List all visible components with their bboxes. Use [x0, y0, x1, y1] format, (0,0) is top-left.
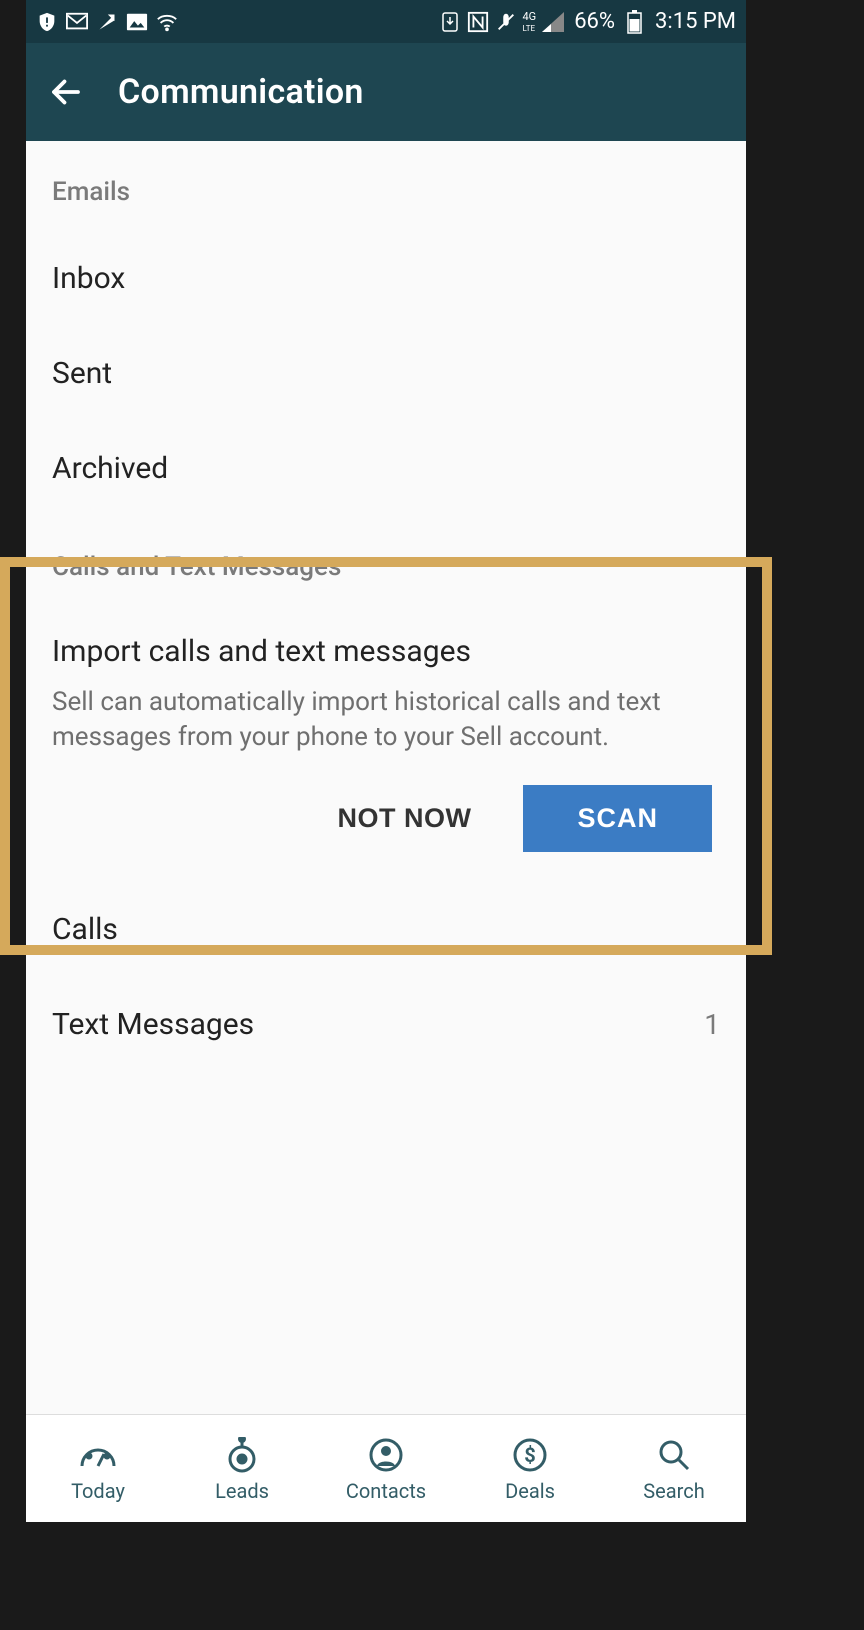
- back-button[interactable]: [42, 68, 90, 116]
- status-left: [36, 11, 178, 33]
- nav-item-label: Contacts: [346, 1479, 426, 1503]
- mail-icon: [66, 11, 88, 33]
- section-header-calls: Calls and Text Messages: [26, 516, 746, 606]
- signal-icon: [542, 11, 564, 33]
- status-clock: 3:15 PM: [655, 9, 736, 34]
- list-item-label: Sent: [52, 356, 112, 391]
- page-background: 4GLTE 66% 3:15 PM Communication Emails: [0, 0, 864, 1630]
- import-actions: NOT NOW SCAN: [52, 785, 720, 872]
- import-description: Sell can automatically import historical…: [52, 685, 720, 785]
- battery-percentage: 66%: [574, 9, 615, 34]
- list-item-count: 1: [704, 1008, 720, 1041]
- email-item-inbox[interactable]: Inbox: [26, 231, 746, 326]
- nav-item-deals[interactable]: $ Deals: [458, 1435, 602, 1503]
- nav-item-label: Deals: [505, 1479, 555, 1503]
- list-item-label: Text Messages: [52, 1007, 254, 1042]
- email-item-archived[interactable]: Archived: [26, 421, 746, 516]
- import-card: Import calls and text messages Sell can …: [26, 606, 746, 872]
- scan-button[interactable]: SCAN: [523, 785, 712, 852]
- battery-icon: [623, 11, 645, 33]
- nav-item-search[interactable]: Search: [602, 1435, 746, 1503]
- wifi-icon: [156, 11, 178, 33]
- nav-item-label: Today: [71, 1479, 125, 1503]
- network-4g-label: 4GLTE: [523, 11, 537, 33]
- person-circle-icon: [366, 1435, 406, 1475]
- image-icon: [126, 11, 148, 33]
- target-icon: [222, 1435, 262, 1475]
- search-icon: [654, 1435, 694, 1475]
- status-right: 4GLTE 66% 3:15 PM: [439, 9, 737, 34]
- list-item-label: Archived: [52, 451, 168, 486]
- nav-item-contacts[interactable]: Contacts: [314, 1435, 458, 1503]
- nav-item-today[interactable]: Today: [26, 1435, 170, 1503]
- import-title: Import calls and text messages: [52, 606, 720, 685]
- mute-icon: [495, 11, 517, 33]
- content[interactable]: Emails Inbox Sent Archived Calls and Tex…: [26, 141, 746, 1414]
- phone-frame: 4GLTE 66% 3:15 PM Communication Emails: [26, 0, 746, 1522]
- nav-item-label: Search: [643, 1479, 704, 1503]
- bottom-nav: Today Leads Contacts $ Deals: [26, 1414, 746, 1522]
- gauge-icon: [78, 1435, 118, 1475]
- status-bar: 4GLTE 66% 3:15 PM: [26, 0, 746, 43]
- app-header: Communication: [26, 43, 746, 141]
- svg-text:$: $: [524, 1443, 535, 1467]
- shield-alert-icon: [36, 11, 58, 33]
- nav-item-leads[interactable]: Leads: [170, 1435, 314, 1503]
- calls-item-text-messages[interactable]: Text Messages 1: [26, 977, 746, 1072]
- dollar-circle-icon: $: [510, 1435, 550, 1475]
- nav-item-label: Leads: [215, 1479, 269, 1503]
- arrow-left-icon: [48, 74, 84, 110]
- page-title: Communication: [118, 72, 364, 112]
- calls-item-calls[interactable]: Calls: [26, 882, 746, 977]
- nfc-icon: [467, 11, 489, 33]
- email-item-sent[interactable]: Sent: [26, 326, 746, 421]
- not-now-button[interactable]: NOT NOW: [320, 789, 490, 848]
- send-arrow-icon: [96, 11, 118, 33]
- section-header-emails: Emails: [26, 141, 746, 231]
- list-item-label: Calls: [52, 912, 118, 947]
- list-item-label: Inbox: [52, 261, 125, 296]
- download-icon: [439, 11, 461, 33]
